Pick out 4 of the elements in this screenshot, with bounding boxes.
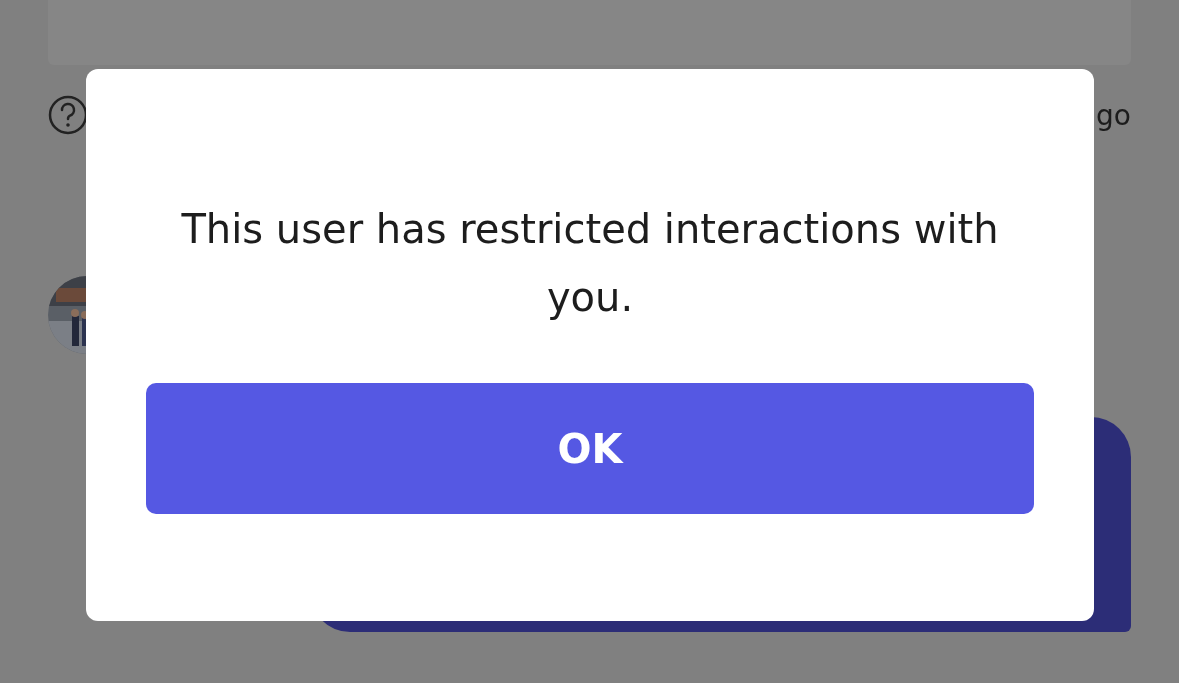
timestamp: go (1096, 98, 1131, 132)
help-icon[interactable] (48, 95, 88, 135)
dialog-message: This user has restricted interactions with you. (180, 205, 1000, 322)
ok-button[interactable]: OK (146, 383, 1034, 514)
